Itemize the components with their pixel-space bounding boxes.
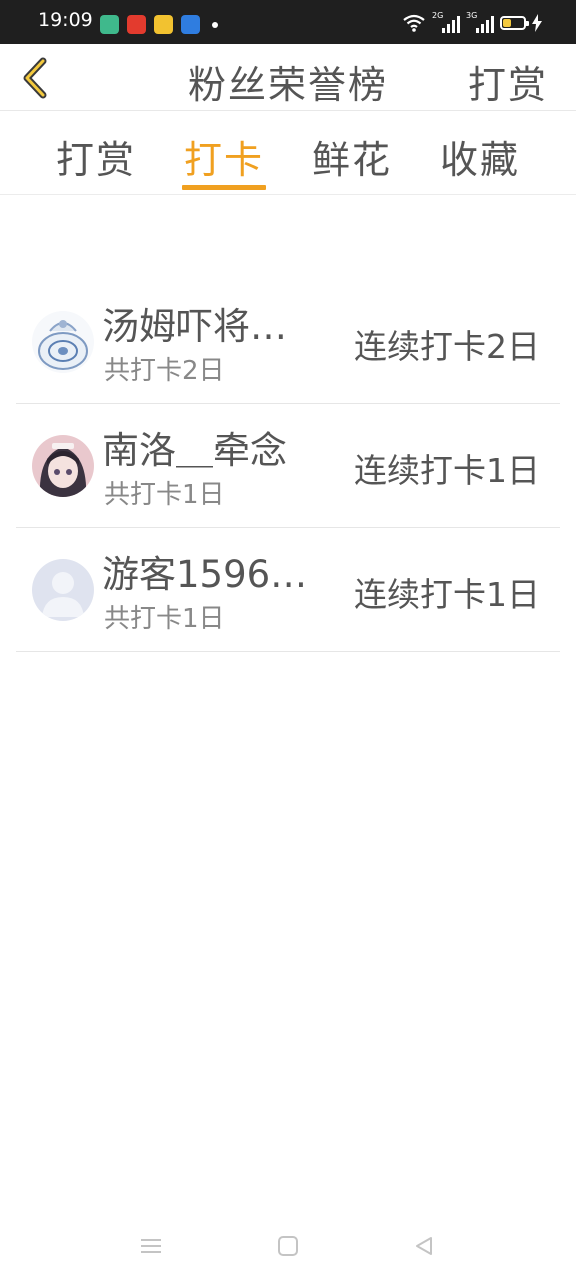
battery-icon <box>500 16 529 30</box>
streak-checkin: 连续打卡1日 <box>354 575 540 614</box>
app-notification-icon <box>100 15 119 34</box>
status-bar: 19:09 2G 3G <box>0 0 576 44</box>
home-button[interactable] <box>270 1228 306 1264</box>
avatar[interactable] <box>32 311 94 373</box>
charging-icon <box>532 14 542 32</box>
app-notification-icon <box>127 15 146 34</box>
anime-girl-avatar-icon <box>32 435 94 497</box>
status-time: 19:09 <box>38 9 93 31</box>
reward-button[interactable]: 打赏 <box>468 54 548 109</box>
list-item[interactable]: 游客1596… 共打卡1日 连续打卡1日 <box>16 528 560 652</box>
list-item[interactable]: 汤姆吓将… 共打卡2日 连续打卡2日 <box>16 280 560 404</box>
home-square-icon <box>278 1236 298 1256</box>
tab-favorites[interactable]: 收藏 <box>430 129 530 184</box>
tab-flowers[interactable]: 鲜花 <box>302 129 402 184</box>
app-header: 粉丝荣誉榜 打赏 <box>0 44 576 111</box>
streak-checkin: 连续打卡1日 <box>354 451 540 490</box>
streak-checkin: 连续打卡2日 <box>354 327 540 366</box>
total-checkin: 共打卡1日 <box>104 480 225 510</box>
tab-bar: 打赏 打卡 鲜花 收藏 <box>0 111 576 195</box>
list-item[interactable]: 南洛＿牵念 共打卡1日 连续打卡1日 <box>16 404 560 528</box>
avatar[interactable] <box>32 559 94 621</box>
system-icons: 2G 3G <box>402 11 542 33</box>
avatar[interactable] <box>32 435 94 497</box>
more-notifications-dot <box>212 21 218 28</box>
back-triangle-icon <box>416 1237 432 1255</box>
total-checkin: 共打卡1日 <box>104 604 225 634</box>
active-tab-indicator <box>182 185 266 190</box>
menu-icon <box>141 1239 161 1253</box>
app-notification-icon <box>154 15 173 34</box>
system-nav-bar <box>0 1210 576 1280</box>
checkin-ranking-list: 汤姆吓将… 共打卡2日 连续打卡2日 南洛＿牵念 共打卡1日 连续打卡1日 游客… <box>16 280 560 652</box>
user-name: 游客1596… <box>102 553 308 596</box>
signal-2g-icon: 2G <box>432 11 460 33</box>
recent-apps-button[interactable] <box>133 1228 169 1264</box>
default-user-avatar-icon <box>32 559 94 621</box>
signal-3g-icon: 3G <box>466 11 494 33</box>
wifi-icon <box>403 14 425 32</box>
back-nav-button[interactable] <box>406 1228 442 1264</box>
user-name: 汤姆吓将… <box>102 305 287 348</box>
porcelain-avatar-icon <box>32 311 94 373</box>
tab-reward[interactable]: 打赏 <box>46 129 146 184</box>
user-name: 南洛＿牵念 <box>102 429 287 472</box>
app-notification-icon <box>181 15 200 34</box>
total-checkin: 共打卡2日 <box>104 356 225 386</box>
tab-checkin[interactable]: 打卡 <box>174 129 274 184</box>
notification-icons <box>100 15 218 34</box>
